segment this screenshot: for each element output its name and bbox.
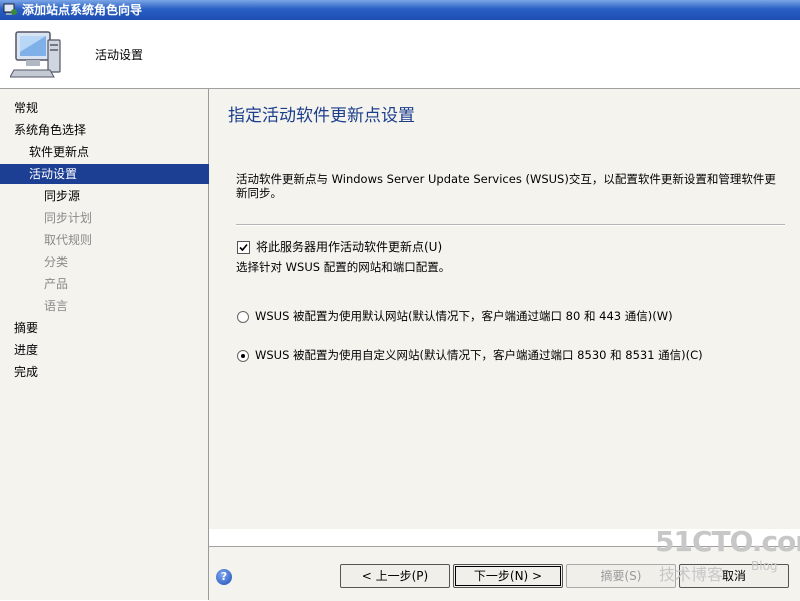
next-button[interactable]: 下一步(N) > [453,564,563,588]
cancel-button[interactable]: 取消 [679,564,789,588]
content-panel: 指定活动软件更新点设置 活动软件更新点与 Windows Server Upda… [209,89,800,529]
nav-item-software-update-point[interactable]: 软件更新点 [0,142,237,162]
title-bar: 添加站点系统角色向导 [0,0,800,20]
custom-website-radio-label[interactable]: WSUS 被配置为使用自定义网站(默认情况下，客户端通过端口 8530 和 85… [255,347,703,363]
header-title: 活动设置 [95,48,144,62]
wizard-footer: ? < 上一步(P) 下一步(N) > 摘要(S) 取消 [209,546,800,601]
back-button[interactable]: < 上一步(P) [340,564,450,588]
port-config-hint: 选择针对 WSUS 配置的网站和端口配置。 [236,260,451,274]
custom-website-radio[interactable] [237,350,249,362]
nav-item-completion[interactable]: 完成 [0,362,222,382]
default-website-radio-label[interactable]: WSUS 被配置为使用默认网站(默认情况下，客户端通过端口 80 和 443 通… [255,308,673,324]
active-sup-checkbox[interactable] [237,241,250,254]
computer-icon [10,31,61,78]
help-icon[interactable]: ? [216,569,232,585]
app-icon [3,3,17,15]
description-text: 活动软件更新点与 Windows Server Update Services … [236,172,776,200]
nav-item-progress[interactable]: 进度 [0,340,222,360]
page-title: 指定活动软件更新点设置 [228,106,415,126]
default-website-radio[interactable] [237,311,249,323]
nav-item-general[interactable]: 常规 [0,98,222,118]
active-sup-checkbox-label[interactable]: 将此服务器用作活动软件更新点(U) [256,239,442,255]
summary-button: 摘要(S) [566,564,676,588]
checkmark-icon [239,243,248,252]
nav-item-summary[interactable]: 摘要 [0,318,222,338]
separator [236,224,785,226]
window-title: 添加站点系统角色向导 [22,3,143,17]
wizard-nav: 常规 系统角色选择 软件更新点 活动设置 同步源 同步计划 取代规则 分类 产品… [0,89,237,600]
radio-selected-dot [241,354,245,358]
nav-item-role-selection[interactable]: 系统角色选择 [0,120,222,140]
nav-item-active-settings[interactable]: 活动设置 [0,164,237,184]
wizard-header: 活动设置 [0,20,800,89]
